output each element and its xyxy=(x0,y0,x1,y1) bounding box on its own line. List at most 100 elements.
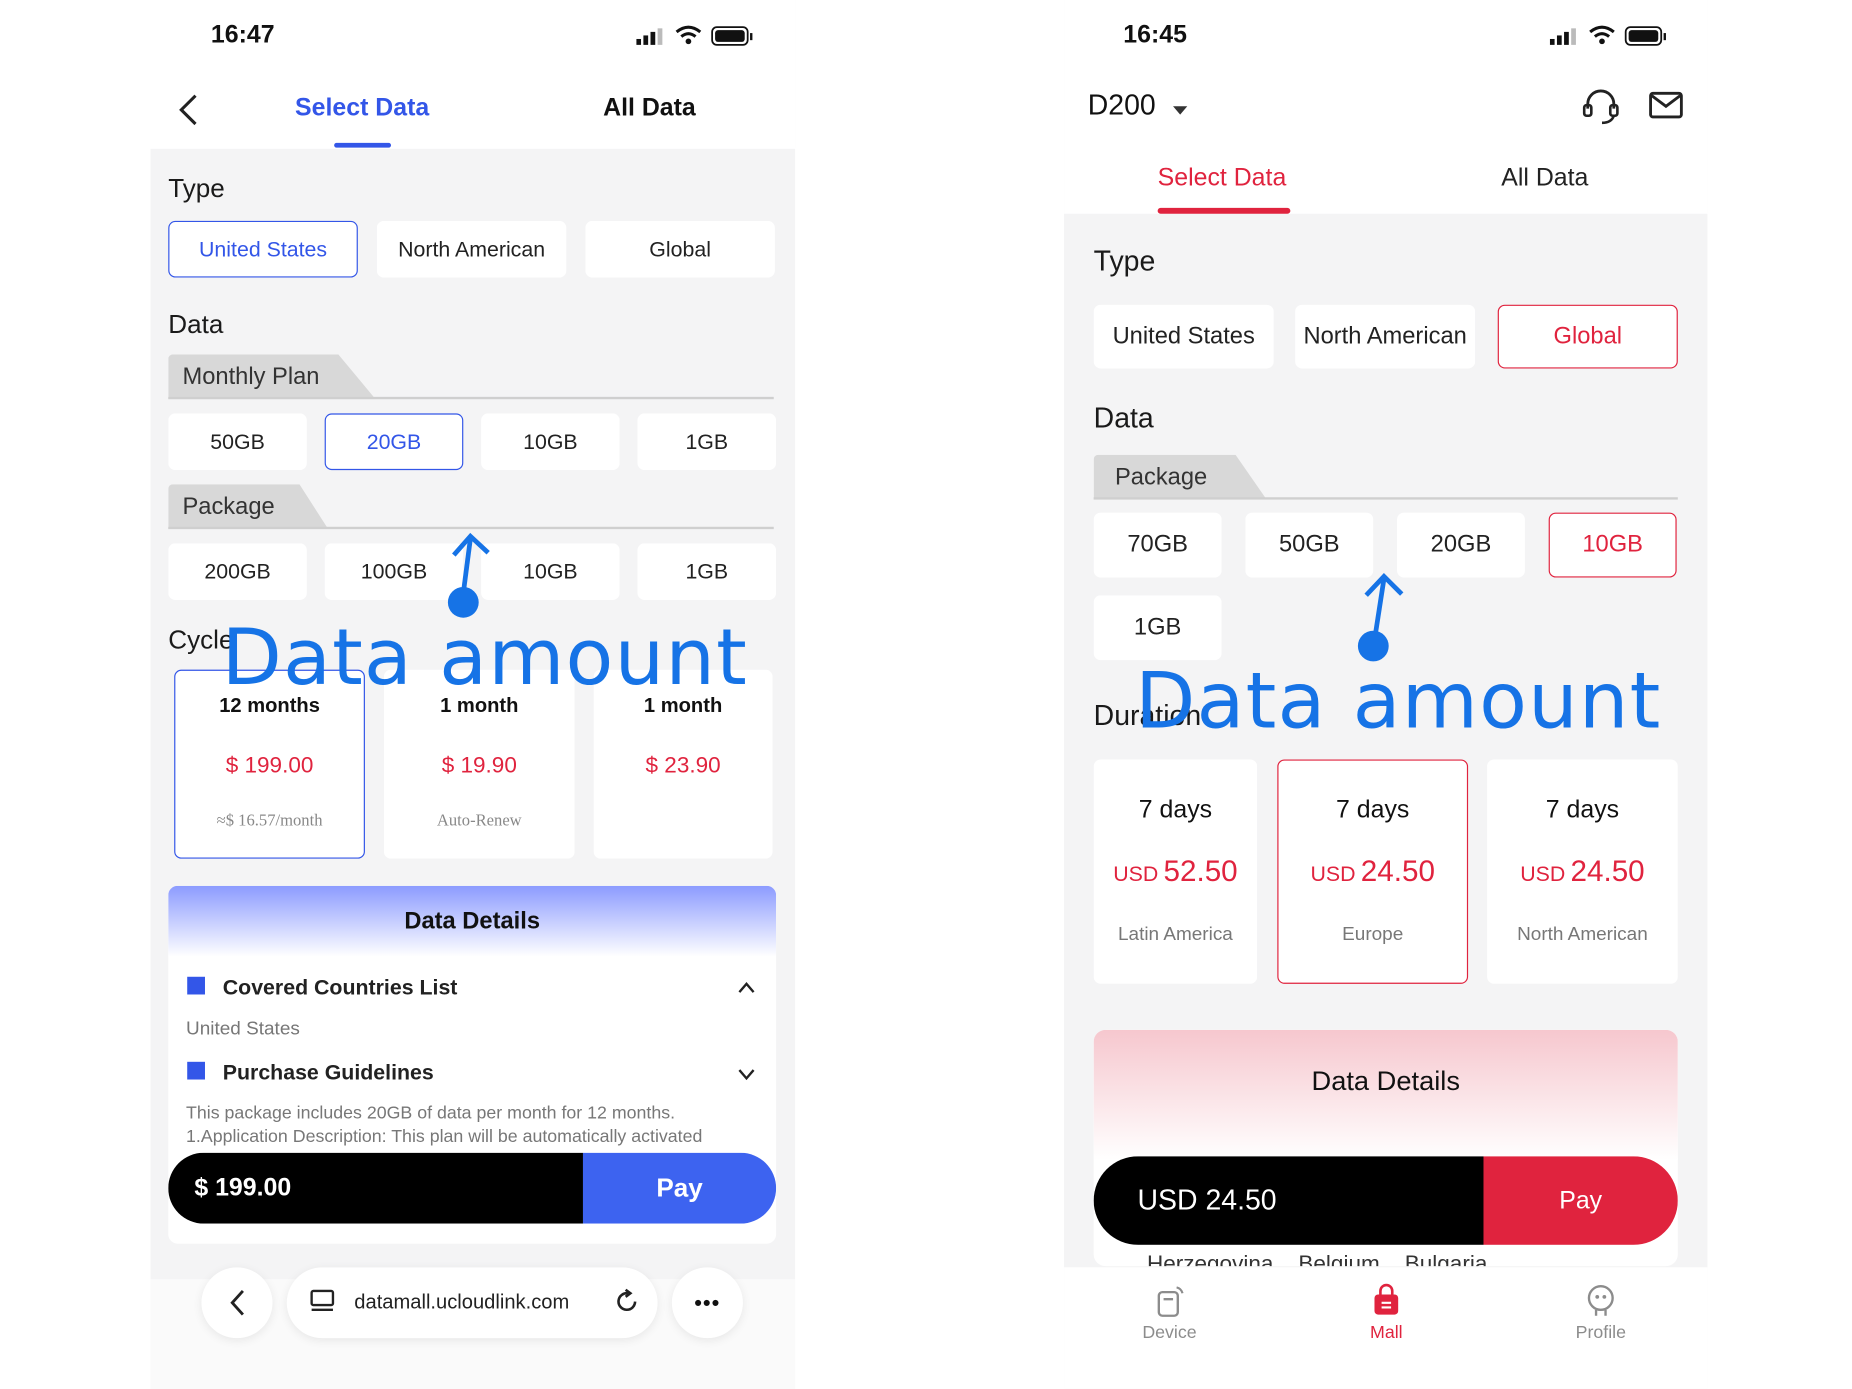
wifi-icon xyxy=(674,24,702,54)
package-option-200gb[interactable]: 200GB xyxy=(168,543,307,600)
tab-all-data[interactable]: All Data xyxy=(1501,164,1588,192)
shopping-bag-icon xyxy=(1374,1283,1399,1315)
package-option-1gb[interactable]: 1GB xyxy=(1093,595,1222,661)
reload-icon[interactable] xyxy=(613,1287,641,1321)
status-time: 16:47 xyxy=(210,21,275,49)
purchase-guidelines-label[interactable]: Purchase Guidelines xyxy=(223,1061,434,1086)
divider xyxy=(1093,497,1678,500)
status-time: 16:45 xyxy=(1123,21,1187,49)
package-label: Package xyxy=(182,493,275,520)
monthly-option-10gb[interactable]: 10GB xyxy=(481,413,620,471)
type-option-global[interactable]: Global xyxy=(1497,304,1678,369)
left-phone-screen: 16:47 Select Data All Data Type United S… xyxy=(150,0,796,1389)
data-title: Data xyxy=(1093,402,1154,435)
back-icon[interactable] xyxy=(177,92,201,133)
monthly-plan-label: Monthly Plan xyxy=(182,363,320,390)
duration-card-north-american[interactable]: 7 days USD 24.50 North American xyxy=(1487,759,1678,984)
duration-region: North American xyxy=(1517,924,1648,945)
signal-icon xyxy=(636,26,667,53)
cycle-note: ≈$ 16.57/month xyxy=(216,812,323,831)
duration-price: USD 24.50 xyxy=(1310,855,1435,889)
browser-url: datamall.ucloudlink.com xyxy=(354,1290,570,1314)
active-tab-indicator xyxy=(1157,207,1291,214)
tab-select-data[interactable]: Select Data xyxy=(295,94,429,122)
monthly-option-50gb[interactable]: 50GB xyxy=(168,413,307,471)
type-title: Type xyxy=(1093,245,1156,278)
package-label: Package xyxy=(1114,463,1208,490)
guidelines-text-line-1: This package includes 20GB of data per m… xyxy=(186,1103,676,1124)
caret-down-icon[interactable] xyxy=(1172,102,1189,123)
pay-bar: $ 199.00 Pay xyxy=(168,1152,777,1224)
mail-icon[interactable] xyxy=(1648,90,1684,127)
nav-mall[interactable]: Mall xyxy=(1315,1283,1457,1343)
duration-period: 7 days xyxy=(1545,796,1620,824)
duration-region: Latin America xyxy=(1117,924,1233,945)
annotation-text: Data amount xyxy=(221,611,748,703)
package-option-70gb[interactable]: 70GB xyxy=(1093,512,1222,578)
annotation-text: Data amount xyxy=(1135,655,1662,747)
divider xyxy=(168,526,774,530)
covered-countries-label[interactable]: Covered Countries List xyxy=(223,976,458,1001)
monthly-plan-tab: Monthly Plan xyxy=(168,354,376,400)
duration-card-latin-america[interactable]: 7 days USD 52.50 Latin America xyxy=(1093,759,1258,984)
browser-url-bar[interactable]: datamall.ucloudlink.com xyxy=(286,1267,658,1339)
browser-back-button[interactable] xyxy=(201,1267,273,1339)
data-title: Data xyxy=(168,309,224,339)
type-option-global[interactable]: Global xyxy=(585,220,775,278)
duration-price: USD 24.50 xyxy=(1520,855,1645,889)
covered-countries-value: United States xyxy=(186,1019,300,1040)
data-details-title: Data Details xyxy=(168,885,777,957)
nav-profile[interactable]: Profile xyxy=(1530,1283,1672,1343)
type-option-united-states[interactable]: United States xyxy=(1093,304,1274,369)
pay-button[interactable]: Pay xyxy=(582,1152,777,1224)
duration-card-europe[interactable]: 7 days USD 24.50 Europe xyxy=(1277,759,1469,984)
package-option-1gb[interactable]: 1GB xyxy=(637,543,777,600)
monthly-option-1gb[interactable]: 1GB xyxy=(637,413,777,471)
active-tab-indicator xyxy=(334,142,392,148)
package-option-50gb[interactable]: 50GB xyxy=(1245,512,1374,578)
wifi-icon xyxy=(1588,24,1616,54)
pay-bar: USD 24.50 Pay xyxy=(1093,1156,1678,1245)
country-list-peek: Herzegovina Belgium Bulgaria xyxy=(1146,1251,1488,1267)
monthly-option-20gb[interactable]: 20GB xyxy=(324,413,464,471)
type-option-north-american[interactable]: North American xyxy=(376,220,567,278)
package-tab: Package xyxy=(168,484,329,530)
profile-icon xyxy=(1587,1285,1614,1316)
cycle-note: Auto-Renew xyxy=(436,812,522,831)
device-selector[interactable]: D200 xyxy=(1088,90,1156,123)
pay-button[interactable]: Pay xyxy=(1483,1156,1678,1245)
divider xyxy=(168,396,774,400)
bullet-icon xyxy=(187,1061,205,1080)
pay-amount: USD 24.50 xyxy=(1093,1156,1484,1245)
chevron-left-icon xyxy=(230,1289,244,1316)
cycle-price: $ 199.00 xyxy=(225,753,314,779)
package-tab: Package xyxy=(1093,454,1267,500)
type-title: Type xyxy=(168,173,225,204)
cycle-price: $ 19.90 xyxy=(441,753,517,779)
more-options-button[interactable]: ••• xyxy=(671,1267,743,1339)
type-option-united-states[interactable]: United States xyxy=(168,220,358,278)
package-option-20gb[interactable]: 20GB xyxy=(1396,512,1525,578)
bullet-icon xyxy=(187,976,205,995)
headset-icon[interactable] xyxy=(1581,87,1621,131)
nav-device[interactable]: Device xyxy=(1098,1283,1240,1343)
type-option-north-american[interactable]: North American xyxy=(1295,304,1476,369)
tab-all-data[interactable]: All Data xyxy=(603,94,696,122)
chevron-down-icon[interactable] xyxy=(737,1065,756,1086)
duration-period: 7 days xyxy=(1336,796,1410,824)
battery-icon xyxy=(711,26,754,53)
data-details-title: Data Details xyxy=(1093,1029,1678,1160)
battery-icon xyxy=(1624,26,1667,53)
tab-icon xyxy=(309,1289,335,1321)
cycle-price: $ 23.90 xyxy=(645,753,721,779)
tab-select-data[interactable]: Select Data xyxy=(1158,164,1287,192)
package-option-10gb[interactable]: 10GB xyxy=(1548,512,1677,578)
nav-profile-label: Profile xyxy=(1575,1322,1626,1343)
right-phone-screen: 16:45 D200 Select Data All Data Type Uni… xyxy=(1064,0,1708,1389)
guidelines-text-line-2: 1.Application Description: This plan wil… xyxy=(186,1126,703,1147)
duration-period: 7 days xyxy=(1138,796,1213,824)
chevron-up-icon[interactable] xyxy=(737,979,756,1000)
pay-amount: $ 199.00 xyxy=(168,1152,583,1224)
device-icon xyxy=(1157,1286,1184,1317)
duration-price: USD 52.50 xyxy=(1113,855,1238,889)
